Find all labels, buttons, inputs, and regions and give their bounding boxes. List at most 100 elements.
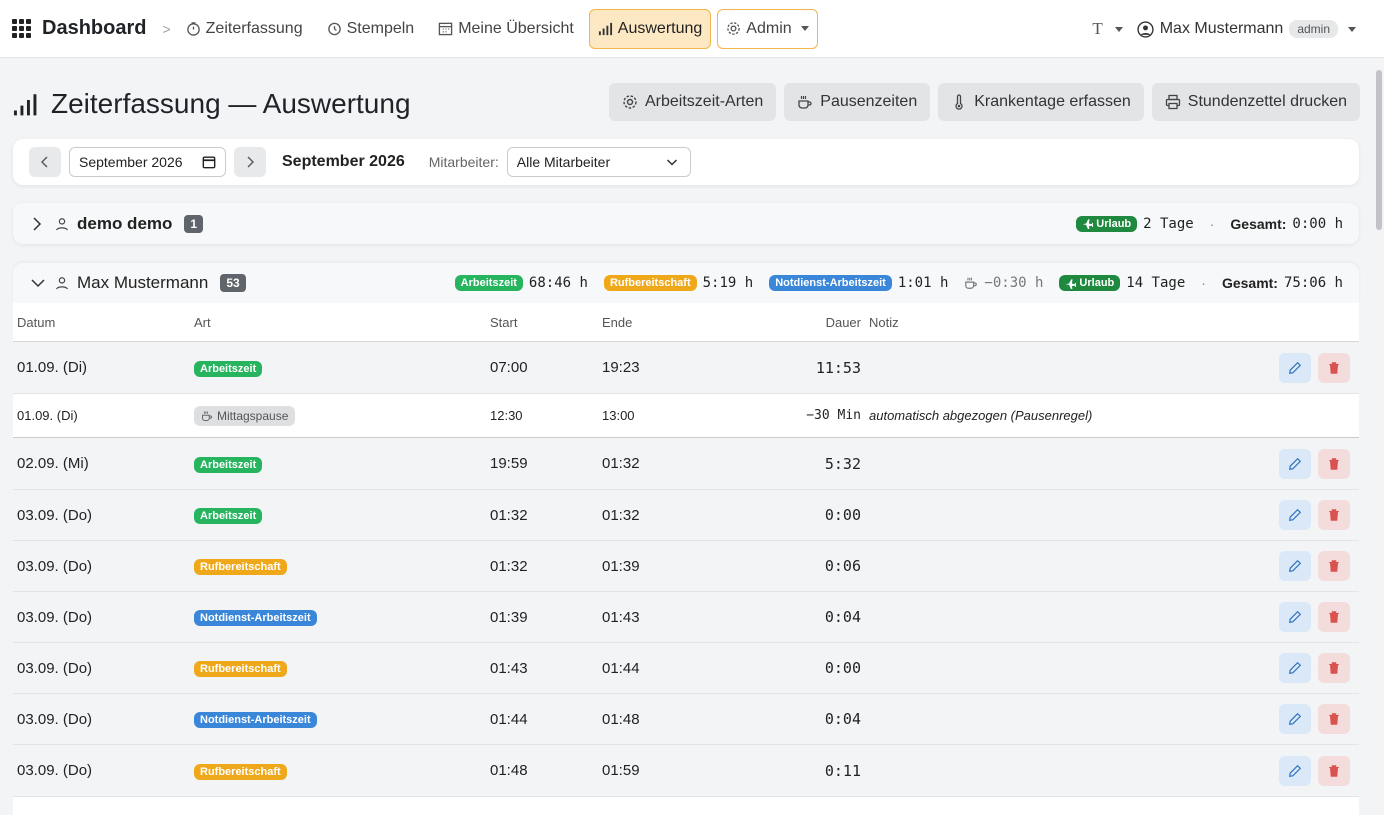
cell-duration: 0:00	[824, 659, 861, 677]
scrollbar-thumb[interactable]	[1376, 70, 1382, 230]
top-navbar: Dashboard > Zeiterfassung Stempeln Meine…	[0, 0, 1384, 58]
row-actions	[1279, 653, 1359, 683]
pause-total: −0:30 h	[984, 275, 1044, 291]
col-datum: Datum	[17, 314, 56, 330]
bar-chart-icon	[598, 22, 612, 36]
nav-stempeln-label: Stempeln	[346, 19, 415, 37]
apps-grid-icon	[12, 18, 32, 39]
delete-button[interactable]	[1318, 704, 1350, 734]
stopwatch-icon	[186, 22, 200, 36]
delete-button[interactable]	[1318, 448, 1350, 479]
employee-select-value: Alle Mitarbeiter	[516, 154, 611, 170]
cell-start: 01:48	[490, 762, 528, 779]
prev-month-button[interactable]	[29, 147, 61, 177]
nav-auswertung[interactable]: Auswertung	[588, 8, 712, 49]
arbeitszeit-arten-button[interactable]: Arbeitszeit-Arten	[609, 83, 777, 121]
gear-icon	[727, 22, 741, 35]
delete-button[interactable]	[1318, 653, 1350, 683]
edit-button[interactable]	[1279, 755, 1311, 786]
cell-start: 12:30	[490, 408, 523, 423]
theme-dropdown[interactable]: T	[1092, 19, 1123, 39]
delete-button[interactable]	[1318, 500, 1350, 530]
user-menu[interactable]: Max Mustermann admin	[1137, 20, 1356, 38]
month-input[interactable]: September 2026	[69, 147, 226, 177]
chevron-down-icon	[31, 279, 45, 288]
trash-icon	[1329, 560, 1339, 572]
chevron-left-icon	[41, 156, 48, 168]
type-badge: Rufbereitschaft	[194, 661, 287, 677]
row-actions	[1279, 755, 1359, 786]
cell-type: Mittagspause	[194, 405, 490, 426]
brand[interactable]: Dashboard	[12, 17, 146, 40]
cell-type: Notdienst-Arbeitszeit	[194, 608, 490, 626]
chevron-down-icon	[666, 159, 677, 166]
plane-icon	[1066, 278, 1077, 289]
table-row: 03.09. (Do) Notdienst-Arbeitszeit 01:44 01:…	[13, 694, 1359, 745]
cell-end: 13:00	[602, 408, 635, 423]
edit-button[interactable]	[1279, 551, 1311, 581]
cell-duration: 0:06	[824, 557, 861, 575]
nav-zeiterfassung[interactable]: Zeiterfassung	[177, 9, 312, 49]
theme-label: T	[1092, 19, 1103, 38]
employee-select[interactable]: Alle Mitarbeiter	[506, 147, 691, 177]
nav-meine-uebersicht[interactable]: Meine Übersicht	[429, 9, 583, 49]
delete-button[interactable]	[1318, 352, 1350, 383]
cell-start: 01:43	[490, 659, 528, 677]
chevron-right-icon	[247, 156, 254, 168]
cell-duration: −30 Min	[806, 408, 861, 423]
cell-date: 03.09. (Do)	[17, 557, 93, 575]
stundenzettel-drucken-button[interactable]: Stundenzettel drucken	[1151, 83, 1360, 121]
cell-note: automatisch abgezogen (Pausenregel)	[869, 408, 1093, 423]
total-label: Gesamt:	[1230, 215, 1287, 232]
col-start: Start	[490, 314, 518, 330]
type-badge: Rufbereitschaft	[194, 559, 287, 575]
employee-card-max[interactable]: Max Mustermann 53 Arbeitszeit 68:46 h Ru…	[13, 263, 1359, 303]
cell-start: 01:39	[490, 608, 528, 626]
rufbereitschaft-total: 5:19 h	[702, 275, 754, 291]
col-notiz: Notiz	[869, 314, 899, 330]
cell-start: 19:59	[490, 455, 528, 472]
krankentage-label: Krankentage erfassen	[974, 93, 1131, 110]
notdienst-total: 1:01 h	[897, 275, 949, 291]
cell-duration: 5:32	[824, 454, 861, 473]
employee-name: Max Mustermann	[77, 273, 209, 292]
nav-stempeln[interactable]: Stempeln	[318, 9, 424, 49]
caret-down-icon	[1114, 26, 1123, 32]
cell-type: Rufbereitschaft	[194, 762, 490, 780]
edit-button[interactable]	[1279, 448, 1311, 479]
delete-button[interactable]	[1318, 755, 1350, 786]
cell-duration: 0:04	[824, 710, 861, 728]
krankentage-button[interactable]: Krankentage erfassen	[938, 83, 1144, 121]
cell-date: 03.09. (Do)	[17, 608, 93, 626]
col-art: Art	[194, 314, 211, 330]
edit-button[interactable]	[1279, 653, 1311, 683]
edit-button[interactable]	[1279, 500, 1311, 530]
cell-date: 01.09. (Di)	[17, 408, 78, 423]
trash-icon	[1329, 662, 1339, 674]
delete-button[interactable]	[1318, 602, 1350, 632]
edit-button[interactable]	[1279, 602, 1311, 632]
cell-end: 01:32	[602, 506, 640, 524]
arbeitszeit-arten-label: Arbeitszeit-Arten	[645, 93, 764, 110]
edit-button[interactable]	[1279, 704, 1311, 734]
nav-zeiterfassung-label: Zeiterfassung	[205, 19, 303, 37]
coffee-icon	[202, 411, 212, 421]
edit-button[interactable]	[1279, 352, 1311, 383]
delete-button[interactable]	[1318, 551, 1350, 581]
cell-date: 03.09. (Do)	[17, 659, 93, 677]
page-scrollbar[interactable]	[1374, 58, 1384, 815]
arbeitszeit-badge: Arbeitszeit	[454, 275, 523, 291]
next-month-button[interactable]	[234, 147, 266, 177]
page-title: Zeiterfassung — Auswertung	[51, 88, 411, 119]
pencil-icon	[1289, 661, 1302, 674]
pencil-icon	[1289, 764, 1302, 777]
employee-card-demo[interactable]: demo demo 1 Urlaub 2 Tage · Gesamt: 0:00…	[13, 203, 1359, 244]
role-badge: admin	[1289, 20, 1338, 38]
pausenzeiten-button[interactable]: Pausenzeiten	[784, 83, 931, 121]
bar-chart-icon	[13, 94, 37, 116]
cell-type: Rufbereitschaft	[194, 557, 490, 575]
nav-admin-dropdown[interactable]: Admin	[717, 8, 818, 49]
calendar-icon	[438, 22, 453, 36]
nav-auswertung-label: Auswertung	[617, 19, 703, 37]
current-month-label: September 2026	[282, 153, 405, 170]
